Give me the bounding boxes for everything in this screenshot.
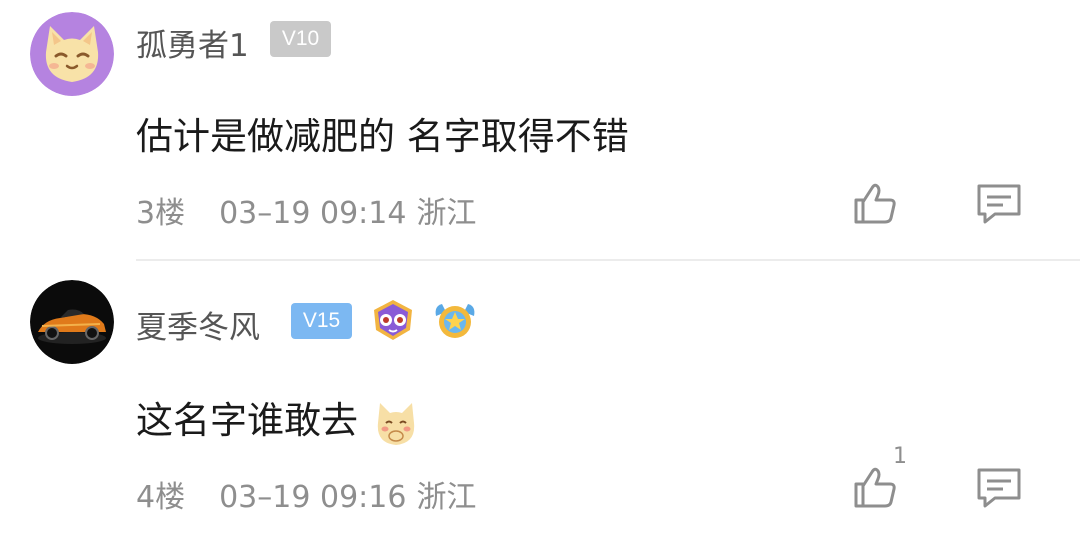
floor-number: 3楼 bbox=[136, 196, 186, 231]
comment-text-content: 这名字谁敢去 bbox=[136, 399, 358, 442]
username[interactable]: 夏季冬风 bbox=[136, 302, 260, 347]
comment-text: 这名字谁敢去 bbox=[136, 390, 420, 447]
comment-item: 孤勇者1 V10 估计是做减肥的 名字取得不错 3楼 03–19 09:14 浙江 bbox=[0, 0, 1080, 260]
floor-number: 4楼 bbox=[136, 480, 186, 515]
avatar[interactable] bbox=[30, 12, 114, 96]
timestamp: 03–19 09:14 bbox=[219, 196, 407, 231]
owl-mask-badge[interactable] bbox=[370, 298, 416, 342]
location: 浙江 bbox=[416, 196, 477, 231]
level-badge: V10 bbox=[270, 21, 331, 57]
thumbs-up-icon bbox=[854, 467, 896, 508]
comment-meta: 4楼 03–19 09:16 浙江 bbox=[136, 472, 510, 516]
like-button[interactable] bbox=[850, 178, 900, 228]
comment-item: 夏季冬风 V15 这名字谁敢去 4楼 03–19 09:16 浙江 1 bbox=[0, 262, 1080, 542]
thumbs-up-icon bbox=[854, 183, 896, 224]
comment-meta: 3楼 03–19 09:14 浙江 bbox=[136, 188, 510, 232]
like-button[interactable] bbox=[850, 462, 900, 512]
reply-button[interactable] bbox=[975, 180, 1025, 230]
like-count: 1 bbox=[893, 444, 907, 469]
reply-button[interactable] bbox=[975, 464, 1025, 514]
comment-divider bbox=[136, 259, 1080, 261]
username[interactable]: 孤勇者1 bbox=[136, 20, 249, 65]
gold-star-badge[interactable] bbox=[432, 298, 478, 342]
location: 浙江 bbox=[416, 480, 477, 515]
level-badge: V15 bbox=[291, 303, 352, 339]
timestamp: 03–19 09:16 bbox=[219, 480, 407, 515]
comment-bubble-icon bbox=[977, 468, 1021, 508]
comment-text: 估计是做减肥的 名字取得不错 bbox=[136, 115, 629, 158]
avatar[interactable] bbox=[30, 280, 114, 364]
comment-bubble-icon bbox=[977, 184, 1021, 224]
shy-cat-emoji bbox=[372, 399, 420, 447]
